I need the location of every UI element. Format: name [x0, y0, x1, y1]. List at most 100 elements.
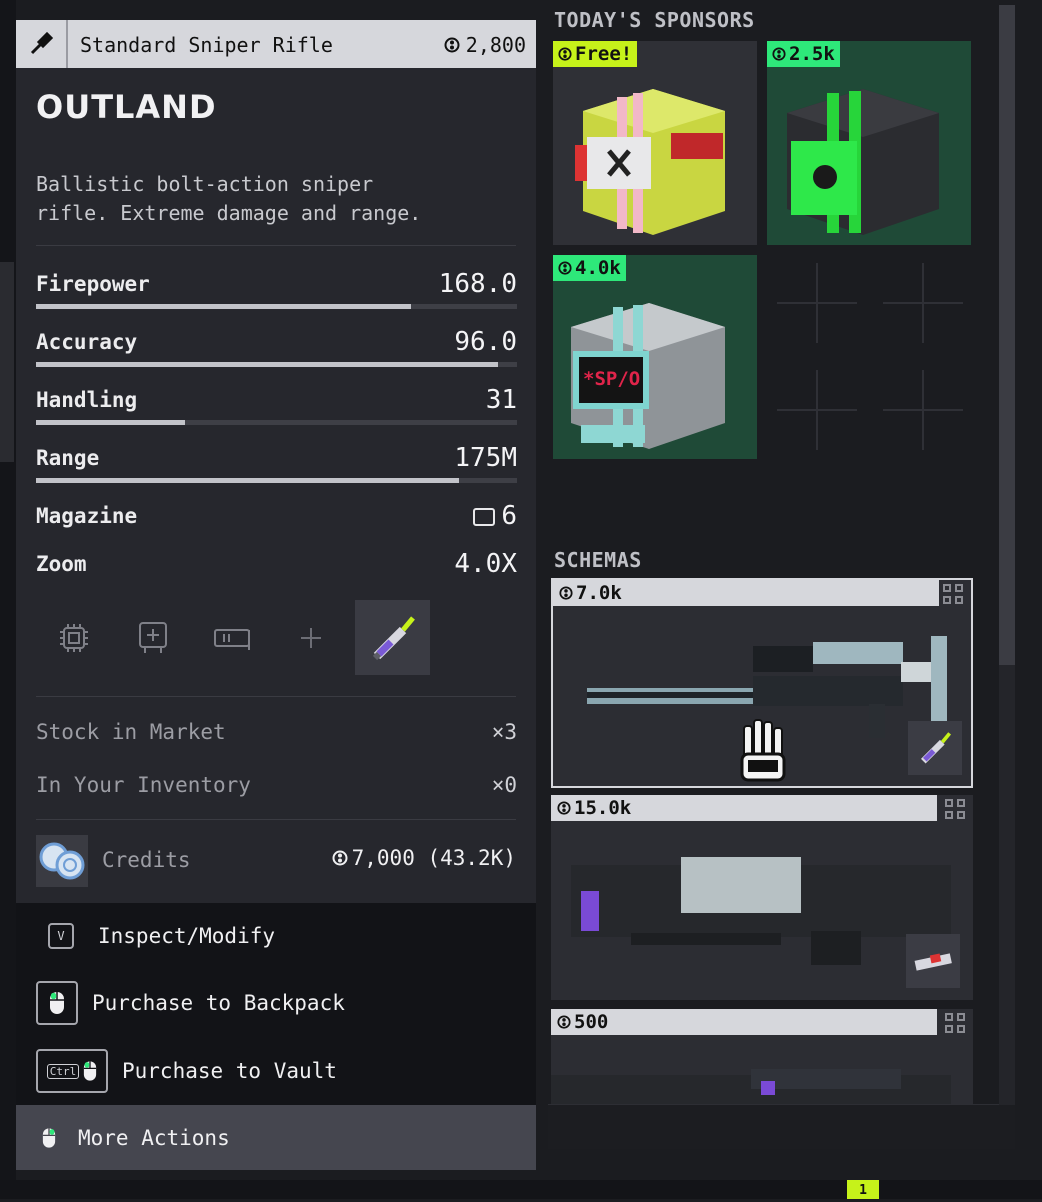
stock-label: Stock in Market: [36, 720, 226, 744]
price-value: 2,800: [465, 33, 526, 57]
tag-label: 2.5k: [789, 43, 835, 65]
sponsors-section-title: TODAY'S SPONSORS: [554, 8, 755, 32]
stat-zoom: Zoom 4.0X: [36, 549, 517, 592]
price-tag: Free!: [553, 41, 638, 67]
stat-range: Range 175M: [36, 443, 517, 486]
stat-bar-fill: [36, 362, 498, 367]
stat-label: Zoom: [36, 552, 87, 576]
purchase-vault-action[interactable]: Ctrl Purchase to Vault: [36, 1049, 337, 1093]
ctrl-click-icon: Ctrl: [36, 1049, 108, 1093]
item-title: OUTLAND: [36, 88, 217, 126]
stat-bar: [36, 362, 517, 367]
action-menu: V Inspect/Modify Purchase to Backpack Ct…: [16, 903, 536, 1170]
currency-icon: [559, 586, 573, 600]
currency-icon: [444, 37, 460, 53]
header-price: 2,800: [444, 33, 526, 57]
stat-label: Handling: [36, 388, 138, 412]
chip-icon[interactable]: [36, 600, 111, 675]
more-actions-button[interactable]: More Actions: [16, 1105, 536, 1170]
stock-value: ×3: [491, 720, 517, 744]
stat-magazine: Magazine 6: [36, 501, 517, 544]
grid-size-icon: [945, 1013, 969, 1037]
stat-label: Range: [36, 446, 100, 470]
stat-handling: Handling 31: [36, 385, 517, 428]
stat-bar: [36, 478, 517, 483]
scrollbar[interactable]: [999, 5, 1015, 1105]
crate-image: [575, 89, 725, 235]
currency-icon: [558, 47, 572, 61]
schema-price-tag: 7.0k: [553, 580, 939, 606]
action-label: Purchase to Backpack: [92, 991, 345, 1015]
price-tag: 2.5k: [767, 41, 840, 67]
stat-value: 168.0: [438, 269, 517, 299]
action-label: Purchase to Vault: [122, 1059, 337, 1083]
purchase-backpack-action[interactable]: Purchase to Backpack: [36, 981, 345, 1025]
action-label: More Actions: [78, 1126, 230, 1150]
optic-icon[interactable]: [115, 600, 190, 675]
schemas-section-title: SCHEMAS: [554, 548, 642, 572]
item-detail-panel: Standard Sniper Rifle 2,800 OUTLAND Ball…: [16, 20, 536, 1170]
hotbar: [0, 1180, 1042, 1199]
stat-bar-fill: [36, 478, 460, 483]
description-line: Ballistic bolt-action sniper: [36, 172, 374, 196]
stat-value: 31: [485, 385, 517, 415]
scrollbar-thumb[interactable]: [999, 5, 1015, 665]
schema-price: 7.0k: [576, 582, 622, 604]
currency-icon: [557, 1015, 571, 1029]
stat-value: 175M: [454, 443, 517, 473]
tag-label: 4.0k: [575, 257, 621, 279]
stat-bar-fill: [36, 304, 412, 309]
credits-balance: 7,000 (43.2K): [332, 846, 516, 870]
inventory-value: ×0: [491, 773, 517, 797]
stat-bar: [36, 420, 517, 425]
schema-price-tag: 500: [551, 1009, 937, 1035]
add-icon[interactable]: [273, 600, 348, 675]
credits-value: 7,000 (43.2K): [351, 846, 516, 870]
stat-value: 4.0X: [454, 549, 517, 579]
background-fragment: [0, 262, 14, 462]
hotbar-slot-number: 1: [847, 1180, 879, 1199]
empty-slot-plus: [777, 370, 857, 450]
grid-size-icon: [945, 799, 969, 823]
sponsor-crate-free[interactable]: Free!: [553, 41, 757, 245]
mouse-left-click-icon: [36, 981, 78, 1025]
rifle-image: [551, 1069, 951, 1104]
currency-icon: [332, 850, 348, 866]
barrel-icon[interactable]: [194, 600, 269, 675]
action-label: Inspect/Modify: [98, 924, 276, 948]
currency-icon: [772, 47, 786, 61]
schema-attachment-icon: [906, 934, 960, 988]
sponsor-crate-3[interactable]: *SP/O 4.0k: [553, 255, 757, 459]
inspect-modify-action[interactable]: V Inspect/Modify: [48, 923, 275, 949]
empty-slot-plus: [883, 263, 963, 343]
schema-card[interactable]: 15.0k: [551, 795, 973, 1000]
weapon-category-icon: [16, 20, 68, 68]
currency-icon: [558, 261, 572, 275]
weapon-name: Standard Sniper Rifle: [80, 33, 333, 57]
stat-label: Firepower: [36, 272, 150, 296]
stat-label: Magazine: [36, 504, 138, 528]
divider: [36, 245, 516, 246]
grid-size-icon: [943, 584, 967, 608]
market-stock: Stock in Market ×3: [36, 720, 517, 744]
inventory-count: In Your Inventory ×0: [36, 773, 517, 797]
empty-slot-plus: [777, 263, 857, 343]
stat-bar-fill: [36, 420, 186, 425]
sponsor-crate-2[interactable]: 2.5k: [767, 41, 971, 245]
more-actions-row: More Actions: [42, 1126, 230, 1150]
stat-accuracy: Accuracy 96.0: [36, 327, 517, 370]
magazine-icon: [473, 507, 496, 526]
schema-card[interactable]: 500: [551, 1009, 973, 1104]
schema-price-tag: 15.0k: [551, 795, 937, 821]
schema-attachment-icon: [908, 721, 962, 775]
inventory-label: In Your Inventory: [36, 773, 251, 797]
mouse-right-click-icon: [42, 1128, 56, 1148]
price-tag: 4.0k: [553, 255, 626, 281]
crate-label: *SP/O: [583, 368, 641, 390]
ctrl-key-icon: Ctrl: [46, 1063, 80, 1079]
schema-price: 15.0k: [574, 797, 632, 819]
description-line: rifle. Extreme damage and range.: [36, 201, 422, 225]
syringe-icon[interactable]: [355, 600, 430, 675]
hand-cursor-icon: [740, 719, 786, 782]
currency-icon: [557, 801, 571, 815]
